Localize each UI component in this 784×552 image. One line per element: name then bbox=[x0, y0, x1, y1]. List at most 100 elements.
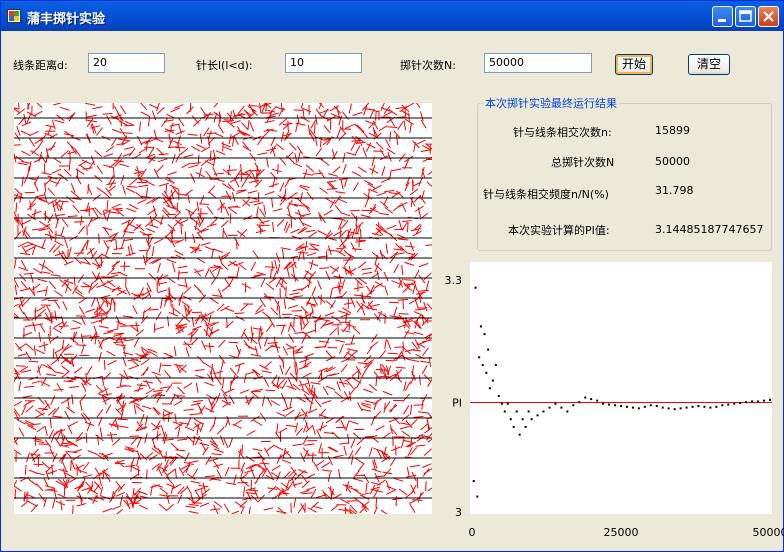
data-point bbox=[614, 404, 617, 407]
y-tick-label: 3.3 bbox=[445, 274, 463, 287]
minimize-icon bbox=[718, 19, 726, 22]
data-point bbox=[560, 406, 563, 409]
data-point bbox=[625, 405, 628, 408]
data-point bbox=[631, 406, 634, 409]
frequency-label: 针与线条相交频度n/N(%) bbox=[483, 188, 609, 201]
needle-drawing bbox=[14, 103, 432, 514]
data-point bbox=[485, 371, 488, 374]
data-point bbox=[472, 480, 475, 483]
line-distance-input[interactable]: 20 bbox=[88, 53, 165, 73]
close-icon bbox=[763, 11, 774, 22]
data-point bbox=[679, 407, 682, 410]
data-point bbox=[566, 410, 569, 413]
data-point bbox=[500, 402, 503, 405]
data-point bbox=[769, 398, 771, 401]
x-tick-label: 25000 bbox=[604, 526, 639, 539]
data-point bbox=[509, 418, 512, 421]
data-point bbox=[590, 398, 593, 401]
data-point bbox=[548, 406, 551, 409]
results-group-title: 本次掷针实验最终运行结果 bbox=[483, 95, 619, 111]
data-point bbox=[733, 402, 736, 405]
data-point bbox=[527, 410, 530, 413]
app-icon[interactable] bbox=[7, 9, 21, 23]
data-point bbox=[602, 402, 605, 405]
data-point bbox=[715, 405, 718, 408]
data-point bbox=[483, 333, 486, 336]
data-point bbox=[751, 400, 754, 403]
data-point bbox=[487, 348, 490, 351]
data-point bbox=[739, 401, 742, 404]
data-point bbox=[554, 402, 557, 405]
data-point bbox=[697, 405, 700, 408]
data-point bbox=[643, 405, 646, 408]
data-point bbox=[481, 364, 484, 367]
close-button[interactable] bbox=[758, 6, 779, 27]
total-label: 总掷针次数N bbox=[551, 156, 615, 169]
pi-convergence-chart: 3.3 PI 30 25000 50000 bbox=[445, 262, 784, 539]
data-point bbox=[673, 408, 676, 411]
data-point bbox=[667, 407, 670, 410]
throws-input[interactable]: 50000 bbox=[484, 53, 592, 73]
data-point bbox=[494, 364, 497, 367]
data-point bbox=[584, 396, 587, 399]
line-distance-label: 线条距离d: bbox=[13, 59, 68, 72]
data-point bbox=[661, 406, 664, 409]
data-point bbox=[479, 325, 482, 328]
data-point bbox=[709, 406, 712, 409]
data-point bbox=[757, 400, 760, 403]
y-tick-label: PI bbox=[452, 397, 462, 410]
data-point bbox=[542, 410, 545, 413]
minimize-button[interactable] bbox=[712, 6, 733, 27]
data-point bbox=[503, 410, 506, 413]
data-point bbox=[608, 403, 611, 406]
data-point bbox=[596, 399, 599, 402]
maximize-icon bbox=[739, 10, 752, 22]
data-point bbox=[497, 395, 500, 397]
data-point bbox=[649, 404, 652, 407]
data-point bbox=[476, 495, 479, 498]
data-point bbox=[578, 401, 581, 404]
data-point bbox=[727, 403, 730, 406]
data-point bbox=[524, 425, 527, 428]
needle-length-input[interactable]: 10 bbox=[285, 53, 362, 73]
data-point bbox=[620, 405, 622, 408]
data-point bbox=[572, 404, 575, 407]
data-point bbox=[478, 356, 481, 359]
data-point bbox=[536, 414, 539, 417]
y-tick-label: 3 bbox=[455, 506, 462, 519]
data-point bbox=[474, 286, 477, 289]
pi-value: 3.14485187747657 bbox=[655, 223, 764, 236]
clear-button[interactable]: 清空 bbox=[688, 54, 730, 75]
data-point bbox=[721, 404, 724, 407]
data-point bbox=[518, 433, 521, 436]
maximize-button[interactable] bbox=[735, 6, 756, 27]
data-point bbox=[637, 407, 640, 410]
x-tick-label: 50000 bbox=[753, 526, 784, 539]
x-tick-label: 0 bbox=[469, 526, 476, 539]
intersect-label: 针与线条相交次数n: bbox=[513, 126, 612, 139]
needle-length-label: 针长l(l<d): bbox=[196, 59, 253, 72]
needle-canvas bbox=[14, 103, 432, 514]
data-point bbox=[685, 406, 688, 409]
data-point bbox=[521, 418, 524, 421]
data-point bbox=[530, 418, 533, 421]
total-value: 50000 bbox=[655, 155, 690, 168]
needles-group bbox=[14, 103, 432, 514]
window-title: 蒲丰掷针实验 bbox=[27, 12, 106, 27]
data-point bbox=[763, 399, 766, 402]
title-bar[interactable]: 蒲丰掷针实验 bbox=[1, 1, 783, 31]
needle-strokes bbox=[14, 103, 432, 514]
chart-plot-area bbox=[470, 262, 772, 514]
data-point bbox=[691, 405, 694, 408]
data-point bbox=[512, 425, 515, 428]
pi-label: 本次实验计算的PI值: bbox=[508, 224, 610, 237]
data-point bbox=[506, 402, 509, 405]
frequency-value: 31.798 bbox=[655, 184, 694, 197]
intersect-value: 15899 bbox=[655, 124, 690, 137]
throws-label: 掷针次数N: bbox=[400, 59, 456, 72]
data-point bbox=[488, 387, 491, 390]
data-point bbox=[745, 401, 748, 404]
data-point bbox=[515, 410, 518, 413]
data-point bbox=[491, 379, 494, 382]
start-button[interactable]: 开始 bbox=[615, 54, 653, 75]
